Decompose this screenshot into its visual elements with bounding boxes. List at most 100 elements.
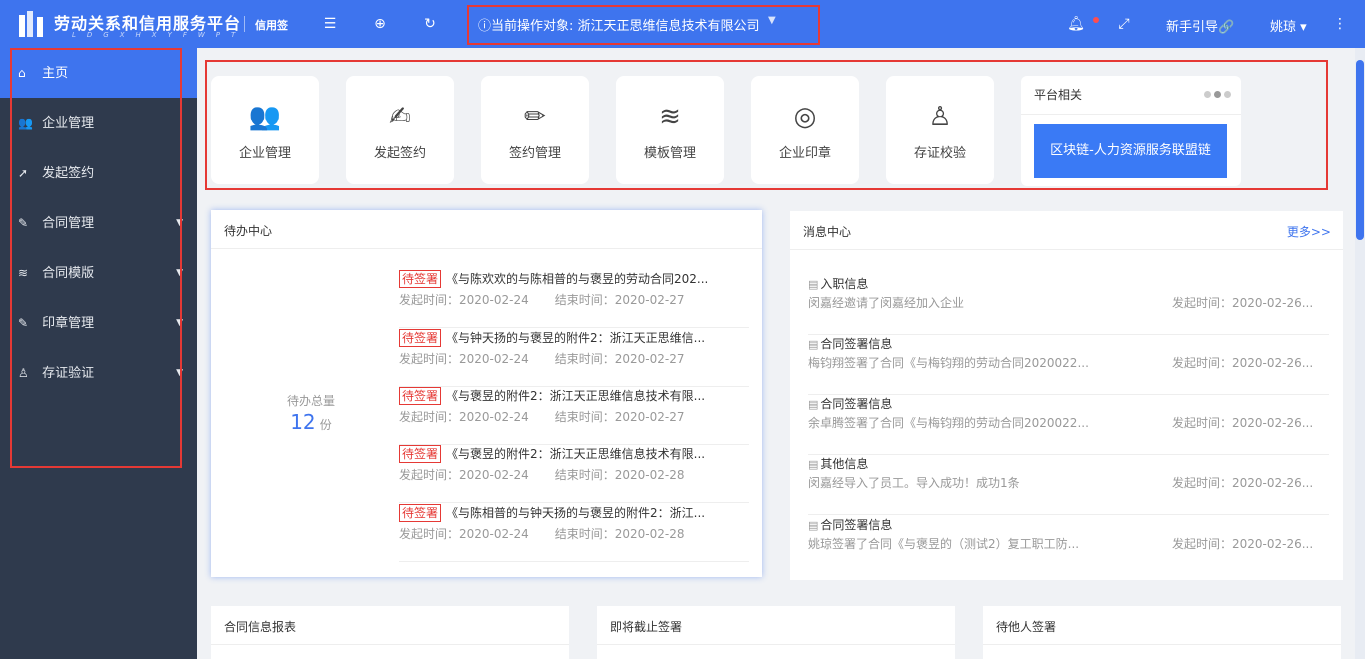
todo-total-count: 12 份 bbox=[271, 410, 351, 434]
product-tag: 信用签 bbox=[255, 19, 288, 32]
message-item[interactable]: ▤ 入职信息 闵嘉经邀请了闵嘉经加入企业 发起时间：2020-02-26... bbox=[808, 275, 1329, 335]
todo-item[interactable]: 待签署 《与钟天扬的与褒昱的附件2：浙江天正思维信... 发起时间：2020-02… bbox=[399, 329, 749, 387]
todo-title-text: 《与褒昱的附件2：浙江天正思维信息技术有限... bbox=[446, 389, 706, 403]
document-icon: ▤ bbox=[808, 278, 819, 291]
user-menu[interactable]: 姚琼 ▾ bbox=[1270, 16, 1307, 35]
todo-item[interactable]: 待签署 《与陈欢欢的与陈相普的与褒昱的劳动合同202... 发起时间：2020-0… bbox=[399, 270, 749, 328]
guide-link[interactable]: 新手引导🔗 bbox=[1166, 16, 1234, 35]
refresh-icon[interactable]: ↻ bbox=[420, 14, 440, 34]
message-title: ▤ 合同签署信息 bbox=[808, 395, 892, 412]
todo-dates: 发起时间：2020-02-24 结束时间：2020-02-27 bbox=[399, 408, 711, 425]
todo-item[interactable]: 待签署 《与褒昱的附件2：浙江天正思维信息技术有限... 发起时间：2020-02… bbox=[399, 445, 749, 503]
message-desc: 闵嘉经导入了员工。导入成功！成功1条 bbox=[808, 476, 1020, 490]
todo-title: 待签署 《与褒昱的附件2：浙江天正思维信息技术有限... bbox=[399, 387, 749, 405]
sidebar-highlight-frame bbox=[10, 48, 182, 468]
menu-icon[interactable]: ☰ bbox=[320, 14, 340, 34]
message-title-text: 合同签署信息 bbox=[820, 397, 893, 411]
more-icon[interactable]: ⋮ bbox=[1330, 14, 1350, 34]
status-badge: 待签署 bbox=[399, 504, 442, 522]
panel-title: 即将截止签署 bbox=[610, 620, 683, 634]
quick-highlight-frame bbox=[205, 60, 1328, 190]
fullscreen-icon[interactable]: ⤢ bbox=[1114, 14, 1134, 34]
status-badge: 待签署 bbox=[399, 445, 442, 463]
message-item[interactable]: ▤ 其他信息 闵嘉经导入了员工。导入成功！成功1条 发起时间：2020-02-26… bbox=[808, 455, 1329, 515]
end-time: 结束时间：2020-02-27 bbox=[554, 410, 685, 424]
todo-total-label: 待办总量 bbox=[286, 394, 335, 408]
message-time: 发起时间：2020-02-26... bbox=[1172, 296, 1314, 310]
message-time: 发起时间：2020-02-26... bbox=[1172, 356, 1314, 370]
header-divider bbox=[244, 16, 245, 32]
message-title: ▤ 合同签署信息 bbox=[808, 335, 892, 352]
contract-report-panel: 合同信息报表 bbox=[211, 606, 569, 659]
divider bbox=[597, 644, 955, 645]
end-time: 结束时间：2020-02-27 bbox=[554, 293, 685, 307]
end-time: 结束时间：2020-02-28 bbox=[554, 527, 685, 541]
globe-icon[interactable]: ⊕ bbox=[370, 14, 390, 34]
todo-dates: 发起时间：2020-02-24 结束时间：2020-02-27 bbox=[399, 291, 711, 308]
panel-title: 待他人签署 bbox=[996, 620, 1057, 634]
start-time: 发起时间：2020-02-24 bbox=[399, 410, 529, 424]
document-icon: ▤ bbox=[808, 519, 819, 532]
more-link[interactable]: 更多>> bbox=[1287, 223, 1331, 240]
start-time: 发起时间：2020-02-24 bbox=[399, 527, 529, 541]
todo-dates: 发起时间：2020-02-24 结束时间：2020-02-28 bbox=[399, 525, 711, 542]
status-badge: 待签署 bbox=[399, 270, 442, 288]
others-sign-panel: 待他人签署 bbox=[983, 606, 1341, 659]
todo-title: 待签署 《与钟天扬的与褒昱的附件2：浙江天正思维信... bbox=[399, 329, 749, 347]
target-highlight-frame bbox=[467, 5, 820, 45]
end-time: 结束时间：2020-02-27 bbox=[554, 352, 685, 366]
end-time: 结束时间：2020-02-28 bbox=[554, 468, 685, 482]
message-time: 发起时间：2020-02-26... bbox=[1172, 537, 1314, 551]
message-item[interactable]: ▤ 合同签署信息 姚琼签署了合同《与褒昱的（测试2）复工职工防... 发起时间：2… bbox=[808, 516, 1329, 576]
status-badge: 待签署 bbox=[399, 387, 442, 405]
app-subtitle: LDGXHXYFWPT bbox=[72, 31, 247, 39]
message-time: 发起时间：2020-02-26... bbox=[1172, 416, 1314, 430]
scrollbar-thumb[interactable] bbox=[1356, 60, 1364, 240]
todo-title-text: 《与褒昱的附件2：浙江天正思维信息技术有限... bbox=[446, 447, 706, 461]
todo-dates: 发起时间：2020-02-24 结束时间：2020-02-28 bbox=[399, 466, 711, 483]
message-title: ▤ 合同签署信息 bbox=[808, 516, 892, 533]
message-item[interactable]: ▤ 合同签署信息 梅钧翔签署了合同《与梅钧翔的劳动合同2020022... 发起时… bbox=[808, 335, 1329, 395]
todo-title: 待签署 《与陈相普的与钟天扬的与褒昱的附件2：浙江... bbox=[399, 504, 749, 522]
message-item[interactable]: ▤ 合同签署信息 余卓腾签署了合同《与梅钧翔的劳动合同2020022... 发起时… bbox=[808, 395, 1329, 455]
message-desc: 余卓腾签署了合同《与梅钧翔的劳动合同2020022... bbox=[808, 416, 1089, 430]
message-desc: 闵嘉经邀请了闵嘉经加入企业 bbox=[808, 296, 965, 310]
notification-dot bbox=[1093, 17, 1099, 23]
message-title: ▤ 其他信息 bbox=[808, 455, 868, 472]
divider bbox=[211, 248, 762, 249]
document-icon: ▤ bbox=[808, 458, 819, 471]
bell-icon[interactable]: 🔔︎ bbox=[1066, 14, 1086, 34]
count-unit: 份 bbox=[319, 418, 332, 432]
start-time: 发起时间：2020-02-24 bbox=[399, 293, 529, 307]
message-desc: 姚琼签署了合同《与褒昱的（测试2）复工职工防... bbox=[808, 537, 1080, 551]
todo-title: 待签署 《与陈欢欢的与陈相普的与褒昱的劳动合同202... bbox=[399, 270, 749, 288]
message-title: ▤ 入职信息 bbox=[808, 275, 868, 292]
document-icon: ▤ bbox=[808, 338, 819, 351]
todo-title-text: 《与陈相普的与钟天扬的与褒昱的附件2：浙江... bbox=[446, 506, 706, 520]
todo-item[interactable]: 待签署 《与褒昱的附件2：浙江天正思维信息技术有限... 发起时间：2020-02… bbox=[399, 387, 749, 445]
logo-icon bbox=[19, 11, 43, 37]
message-panel: 消息中心 更多>> ▤ 入职信息 闵嘉经邀请了闵嘉经加入企业 发起时间：2020-… bbox=[790, 211, 1343, 580]
document-icon: ▤ bbox=[808, 398, 819, 411]
divider bbox=[790, 249, 1343, 250]
message-title-text: 合同签署信息 bbox=[820, 518, 893, 532]
todo-title-text: 《与陈欢欢的与陈相普的与褒昱的劳动合同202... bbox=[446, 272, 709, 286]
message-title-text: 入职信息 bbox=[820, 277, 869, 291]
panel-title: 待办中心 bbox=[224, 224, 273, 238]
todo-title: 待签署 《与褒昱的附件2：浙江天正思维信息技术有限... bbox=[399, 445, 749, 463]
panel-title: 消息中心 bbox=[803, 225, 852, 239]
todo-dates: 发起时间：2020-02-24 结束时间：2020-02-27 bbox=[399, 350, 711, 367]
message-desc: 梅钧翔签署了合同《与梅钧翔的劳动合同2020022... bbox=[808, 356, 1089, 370]
todo-title-text: 《与钟天扬的与褒昱的附件2：浙江天正思维信... bbox=[446, 331, 706, 345]
deadline-panel: 即将截止签署 bbox=[597, 606, 955, 659]
message-title-text: 其他信息 bbox=[820, 457, 869, 471]
divider bbox=[211, 644, 569, 645]
count-value: 12 bbox=[290, 410, 316, 434]
divider bbox=[983, 644, 1341, 645]
message-time: 发起时间：2020-02-26... bbox=[1172, 476, 1314, 490]
status-badge: 待签署 bbox=[399, 329, 442, 347]
message-title-text: 合同签署信息 bbox=[820, 337, 893, 351]
todo-item[interactable]: 待签署 《与陈相普的与钟天扬的与褒昱的附件2：浙江... 发起时间：2020-02… bbox=[399, 504, 749, 562]
panel-title: 合同信息报表 bbox=[224, 620, 297, 634]
start-time: 发起时间：2020-02-24 bbox=[399, 352, 529, 366]
